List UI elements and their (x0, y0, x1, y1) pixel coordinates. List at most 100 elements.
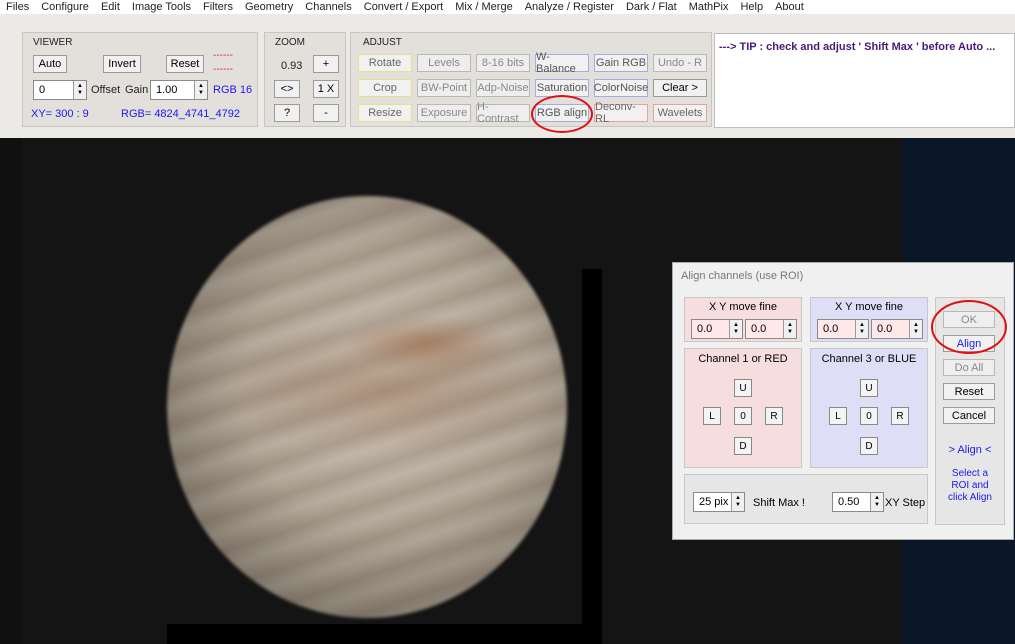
red-channel-group: Channel 1 or RED U L 0 R D (684, 348, 802, 468)
exposure-button[interactable]: Exposure (417, 104, 471, 122)
zoom-title: ZOOM (275, 37, 305, 48)
colornoise-button[interactable]: ColorNoise (594, 79, 648, 97)
dialog-title: Align channels (use ROI) (681, 270, 804, 282)
blue-x-value: 0.0 (823, 323, 839, 335)
menu-about[interactable]: About (775, 1, 804, 13)
menu-configure[interactable]: Configure (41, 1, 89, 13)
red-x-value: 0.0 (697, 323, 713, 335)
adp-noise-button[interactable]: Adp-Noise (476, 79, 530, 97)
blue-channel-group: Channel 3 or BLUE U L 0 R D (810, 348, 928, 468)
deconv-rl-button[interactable]: Deconv-RL (594, 101, 648, 125)
blue-move-fine-group: X Y move fine 0.0 ▲ ▼ 0.0 ▲ ▼ (810, 297, 928, 342)
h-contrast-button[interactable]: H-Contrast (476, 101, 530, 125)
offset-input[interactable]: 0 ▲ ▼ (33, 80, 87, 100)
xy-readout: XY= 300 : 9 (31, 108, 89, 120)
menu-help[interactable]: Help (740, 1, 763, 13)
blue-x-input[interactable]: 0.0 ▲ ▼ (817, 319, 869, 339)
reset-button[interactable]: Reset (166, 55, 204, 73)
viewer-panel: VIEWER Auto Invert Reset ------ ------ 0… (22, 32, 258, 127)
rgb-readout: RGB= 4824_4741_4792 (121, 108, 240, 120)
blue-move-fine-label: X Y move fine (834, 301, 904, 313)
levels-button[interactable]: Levels (417, 54, 471, 72)
zoom-value: 0.93 (281, 60, 303, 72)
clear-button[interactable]: Clear > (653, 79, 707, 97)
black-strip-right (582, 269, 602, 644)
menu-mathpix[interactable]: MathPix (689, 1, 729, 13)
undo-r-button[interactable]: Undo - R (653, 54, 707, 72)
menu-analyze-register[interactable]: Analyze / Register (525, 1, 614, 13)
menu-channels[interactable]: Channels (305, 1, 351, 13)
xy-step-label: XY Step (885, 497, 926, 509)
menu-edit[interactable]: Edit (101, 1, 120, 13)
red-x-spinner-icon[interactable]: ▲ ▼ (729, 320, 742, 338)
blue-left-button[interactable]: L (829, 407, 847, 425)
red-x-input[interactable]: 0.0 ▲ ▼ (691, 319, 743, 339)
red-zero-button[interactable]: 0 (734, 407, 752, 425)
resize-button[interactable]: Resize (358, 104, 412, 122)
auto-button[interactable]: Auto (33, 55, 67, 73)
align-header: > Align < (948, 444, 992, 456)
blue-up-button[interactable]: U (860, 379, 878, 397)
red-down-button[interactable]: D (734, 437, 752, 455)
gain-input[interactable]: 1.00 ▲ ▼ (150, 80, 208, 100)
do-all-button[interactable]: Do All (943, 359, 995, 376)
align-hint: Select a ROI and click Align (948, 468, 992, 503)
offset-value: 0 (39, 84, 46, 96)
adjust-panel: ADJUST Rotate Levels 8-16 bits W-Balance… (350, 32, 712, 133)
zoom-1x-button[interactable]: 1 X (313, 80, 339, 98)
shift-max-input[interactable]: 25 pix ▲ ▼ (693, 492, 745, 512)
red-move-fine-group: X Y move fine 0.0 ▲ ▼ 0.0 ▲ ▼ (684, 297, 802, 342)
blue-right-button[interactable]: R (891, 407, 909, 425)
zoom-help-button[interactable]: ? (274, 104, 300, 122)
offset-spinner-icon[interactable]: ▲ ▼ (73, 81, 86, 99)
offset-label: Offset (91, 84, 121, 96)
shift-max-spinner-icon[interactable]: ▲ ▼ (731, 493, 744, 511)
blue-x-spinner-icon[interactable]: ▲ ▼ (855, 320, 868, 338)
menu-convert-export[interactable]: Convert / Export (364, 1, 443, 13)
dialog-reset-button[interactable]: Reset (943, 383, 995, 400)
shift-max-value: 25 pix (699, 496, 729, 508)
jupiter-planet-image (167, 196, 567, 618)
red-y-value: 0.0 (751, 323, 767, 335)
blue-down-button[interactable]: D (860, 437, 878, 455)
rotate-button[interactable]: Rotate (358, 54, 412, 72)
zoom-out-button[interactable]: - (313, 104, 339, 122)
zoom-in-button[interactable]: + (313, 55, 339, 73)
zoom-fit-button[interactable]: <> (274, 80, 300, 98)
menu-image-tools[interactable]: Image Tools (132, 1, 191, 13)
menu-geometry[interactable]: Geometry (245, 1, 293, 13)
red-right-button[interactable]: R (765, 407, 783, 425)
menu-dark-flat[interactable]: Dark / Flat (626, 1, 677, 13)
menu-files[interactable]: Files (6, 1, 29, 13)
red-y-spinner-icon[interactable]: ▲ ▼ (783, 320, 796, 338)
menu-mix-merge[interactable]: Mix / Merge (455, 1, 512, 13)
gain-label: Gain (125, 84, 149, 96)
red-move-fine-label: X Y move fine (708, 301, 778, 313)
bw-point-button[interactable]: BW-Point (417, 79, 471, 97)
black-strip-bottom (167, 624, 602, 644)
w-balance-button[interactable]: W-Balance (535, 51, 589, 75)
red-y-input[interactable]: 0.0 ▲ ▼ (745, 319, 797, 339)
wavelets-button[interactable]: Wavelets (653, 104, 707, 122)
blue-zero-button[interactable]: 0 (860, 407, 878, 425)
dialog-cancel-button[interactable]: Cancel (943, 407, 995, 424)
ok-align-highlight-circle (931, 300, 1007, 354)
invert-button[interactable]: Invert (103, 55, 141, 73)
rgb-align-highlight-circle (531, 95, 593, 133)
red-up-button[interactable]: U (734, 379, 752, 397)
xy-step-input[interactable]: 0.50 ▲ ▼ (832, 492, 884, 512)
crop-button[interactable]: Crop (358, 79, 412, 97)
adjust-title: ADJUST (363, 37, 402, 48)
gain-rgb-button[interactable]: Gain RGB (594, 54, 648, 72)
gain-spinner-icon[interactable]: ▲ ▼ (194, 81, 207, 99)
menu-filters[interactable]: Filters (203, 1, 233, 13)
8-16-bits-button[interactable]: 8-16 bits (476, 54, 530, 72)
gain-value: 1.00 (156, 84, 178, 96)
dashes-1: ------ (213, 50, 233, 61)
xy-step-spinner-icon[interactable]: ▲ ▼ (870, 493, 883, 511)
blue-y-spinner-icon[interactable]: ▲ ▼ (909, 320, 922, 338)
rgb-mode: RGB 16 (213, 84, 253, 96)
red-left-button[interactable]: L (703, 407, 721, 425)
blue-y-input[interactable]: 0.0 ▲ ▼ (871, 319, 923, 339)
shift-max-label: Shift Max ! (753, 497, 805, 509)
